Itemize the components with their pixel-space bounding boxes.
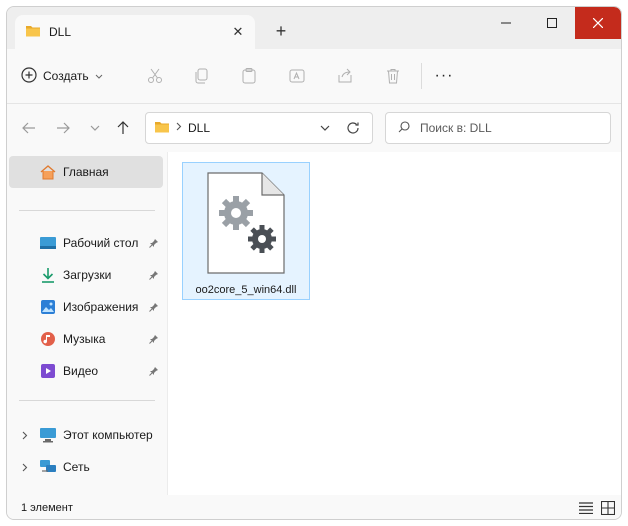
share-icon[interactable]	[335, 66, 355, 86]
network-icon	[39, 458, 57, 476]
pin-icon[interactable]	[147, 236, 161, 250]
delete-icon[interactable]	[383, 66, 403, 86]
explorer-window: DLL ✕ + Создать ··· DLL Поиск в: DLL Гла…	[6, 6, 622, 520]
sidebar-label-videos: Видео	[63, 364, 99, 378]
close-window-button[interactable]	[575, 7, 621, 39]
navigation-pane: Главная Рабочий стол Загрузки Изображени…	[7, 152, 167, 495]
tab-close-icon[interactable]: ✕	[229, 23, 247, 41]
paste-icon[interactable]	[239, 66, 259, 86]
sidebar-divider	[19, 400, 155, 401]
pictures-icon	[39, 298, 57, 316]
file-list: oo2core_5_win64.dll	[168, 152, 621, 495]
sidebar-label-desktop: Рабочий стол	[63, 236, 139, 250]
status-bar: 1 элемент	[7, 495, 621, 519]
sidebar-item-network[interactable]: Сеть	[9, 451, 163, 483]
tiles-view-icon[interactable]	[599, 500, 617, 516]
videos-icon	[39, 362, 57, 380]
pin-icon[interactable]	[147, 364, 161, 378]
music-icon	[39, 330, 57, 348]
more-options-icon[interactable]: ···	[433, 66, 455, 86]
sidebar-item-pictures[interactable]: Изображения	[9, 291, 163, 323]
new-tab-button[interactable]: +	[271, 21, 291, 41]
command-bar: Создать ···	[7, 49, 621, 104]
sidebar-divider	[19, 210, 155, 211]
sidebar-label-this-pc: Этот компьютер	[63, 428, 153, 442]
search-input[interactable]	[420, 121, 600, 135]
pin-icon[interactable]	[147, 332, 161, 346]
chevron-down-icon	[95, 69, 103, 83]
sidebar-label-music: Музыка	[63, 332, 106, 346]
breadcrumb-chevron-icon[interactable]	[176, 122, 182, 134]
up-arrow-icon[interactable]	[113, 118, 133, 138]
folder-icon	[25, 24, 41, 41]
sidebar-item-this-pc[interactable]: Этот компьютер	[9, 419, 163, 451]
sidebar-item-home[interactable]: Главная	[9, 156, 163, 188]
toolbar-divider	[421, 63, 422, 89]
navigation-bar: DLL	[7, 104, 621, 152]
tab-dll[interactable]: DLL ✕	[15, 15, 255, 49]
maximize-button[interactable]	[529, 7, 575, 39]
plus-circle-icon	[21, 66, 37, 86]
recent-chevron-icon[interactable]	[85, 118, 105, 138]
sidebar-item-music[interactable]: Музыка	[9, 323, 163, 355]
breadcrumb-dll[interactable]: DLL	[188, 121, 210, 135]
download-icon	[39, 266, 57, 284]
address-bar[interactable]: DLL	[145, 112, 373, 144]
sidebar-label-pictures: Изображения	[63, 300, 139, 314]
pin-icon[interactable]	[147, 300, 161, 314]
file-name: oo2core_5_win64.dll	[195, 284, 297, 296]
computer-icon	[39, 426, 57, 444]
sidebar-item-downloads[interactable]: Загрузки	[9, 259, 163, 291]
sidebar-label-network: Сеть	[63, 460, 90, 474]
title-bar: DLL ✕ +	[7, 7, 621, 49]
dll-file-icon	[206, 171, 286, 278]
minimize-button[interactable]	[483, 7, 529, 39]
address-dropdown-icon[interactable]	[316, 119, 334, 137]
copy-icon[interactable]	[191, 66, 211, 86]
details-view-icon[interactable]	[577, 500, 595, 516]
cut-icon[interactable]	[145, 66, 165, 86]
refresh-icon[interactable]	[344, 119, 362, 137]
sidebar-label-home: Главная	[63, 165, 109, 179]
search-box[interactable]	[385, 112, 611, 144]
back-arrow-icon[interactable]	[19, 118, 39, 138]
sidebar-item-desktop[interactable]: Рабочий стол	[9, 227, 163, 259]
desktop-icon	[39, 234, 57, 252]
create-button[interactable]: Создать	[21, 63, 103, 89]
file-item[interactable]: oo2core_5_win64.dll	[182, 162, 310, 300]
rename-icon[interactable]	[287, 66, 307, 86]
home-icon	[39, 163, 57, 181]
forward-arrow-icon[interactable]	[53, 118, 73, 138]
folder-icon	[154, 120, 170, 137]
sidebar-label-downloads: Загрузки	[63, 268, 112, 282]
tab-label: DLL	[49, 25, 72, 39]
pin-icon[interactable]	[147, 268, 161, 282]
create-label: Создать	[43, 69, 89, 83]
item-count: 1 элемент	[21, 502, 73, 514]
search-icon	[398, 120, 410, 136]
sidebar-item-videos[interactable]: Видео	[9, 355, 163, 387]
